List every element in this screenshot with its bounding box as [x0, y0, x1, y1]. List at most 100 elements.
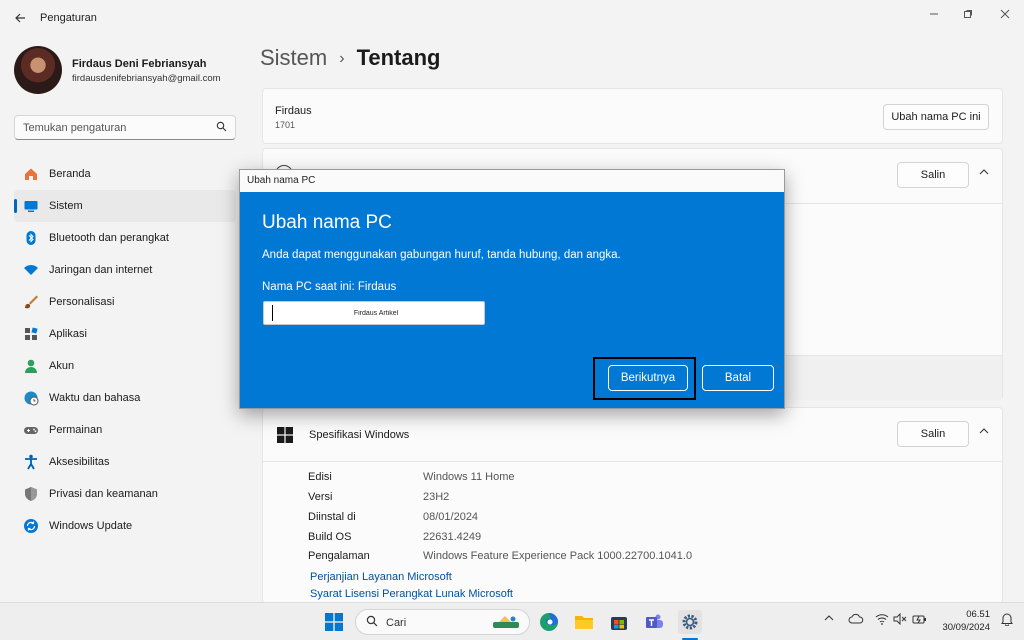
next-button[interactable]: Berikutnya: [608, 365, 688, 391]
chevron-up-icon[interactable]: [824, 613, 834, 625]
device-name: Firdaus: [275, 105, 312, 117]
sidebar-item-sistem[interactable]: Sistem: [14, 190, 236, 222]
spec-value-version: 23H2: [423, 491, 450, 503]
wifi-icon[interactable]: [875, 613, 889, 628]
app-title: Pengaturan: [40, 12, 97, 24]
new-pc-name-field[interactable]: [263, 301, 485, 325]
taskbar-file-explorer[interactable]: [573, 611, 595, 633]
sidebar-item-beranda[interactable]: Beranda: [14, 158, 236, 190]
windows-spec-title: Spesifikasi Windows: [309, 429, 410, 441]
edge-icon: [540, 613, 558, 631]
link-license-terms[interactable]: Syarat Lisensi Perangkat Lunak Microsoft: [310, 588, 513, 600]
search-input[interactable]: [23, 120, 213, 136]
home-icon: [22, 165, 40, 183]
sidebar-item-waktu[interactable]: Waktu dan bahasa: [14, 382, 236, 414]
gamepad-icon: [22, 421, 40, 439]
globe-clock-icon: [22, 389, 40, 407]
spec-label-version: Versi: [308, 491, 333, 503]
sidebar-item-aksesibilitas[interactable]: Aksesibilitas: [14, 446, 236, 478]
restore-button[interactable]: [954, 4, 982, 24]
close-button[interactable]: [991, 4, 1019, 24]
clock-time: 06.51: [966, 609, 990, 620]
notification-bell-icon[interactable]: [1000, 612, 1014, 629]
rename-pc-dialog: Ubah nama PC Ubah nama PC Anda dapat men…: [239, 169, 785, 409]
search-icon: [366, 615, 378, 630]
copy-device-spec-button[interactable]: Salin: [897, 162, 969, 188]
breadcrumb-separator-icon: ›: [339, 50, 345, 67]
sidebar-item-privasi[interactable]: Privasi dan keamanan: [14, 478, 236, 510]
spec-label-edition: Edisi: [308, 471, 332, 483]
sidebar-item-windows-update[interactable]: Windows Update: [14, 510, 236, 542]
cloud-icon[interactable]: [848, 613, 864, 628]
dialog-window-title: Ubah nama PC: [247, 175, 316, 186]
link-service-agreement[interactable]: Perjanjian Layanan Microsoft: [310, 571, 452, 583]
wifi-icon: [22, 261, 40, 279]
profile-email: firdausdenifebriansyah@gmail.com: [72, 73, 221, 84]
teams-icon: [646, 614, 663, 628]
settings-search[interactable]: [14, 115, 236, 140]
folder-icon: [575, 616, 593, 629]
spec-label-experience: Pengalaman: [308, 550, 370, 562]
taskbar-store[interactable]: [608, 611, 630, 633]
search-highlight-icon: [491, 614, 521, 633]
volume-muted-icon[interactable]: [893, 612, 907, 628]
minimize-icon: [930, 13, 938, 15]
back-arrow-icon: [15, 13, 25, 23]
windows-start-icon: [325, 613, 343, 631]
taskbar-search[interactable]: Cari: [355, 609, 530, 635]
start-button[interactable]: [323, 611, 345, 633]
sidebar-nav: Beranda Sistem Bluetooth dan perangkat J…: [14, 158, 236, 542]
dialog-current-name: Nama PC saat ini: Firdaus: [262, 281, 397, 293]
text-caret: [272, 305, 273, 321]
shield-icon: [22, 485, 40, 503]
brush-icon: [22, 293, 40, 311]
spec-label-build: Build OS: [308, 531, 352, 543]
battery-icon[interactable]: [912, 613, 928, 628]
taskbar: Cari 06.51 30/09/2024: [0, 602, 1024, 640]
copy-windows-spec-button[interactable]: Salin: [897, 421, 969, 447]
update-icon: [22, 517, 40, 535]
chevron-up-icon[interactable]: [979, 426, 989, 438]
clock-date: 30/09/2024: [942, 622, 990, 633]
sidebar-item-aplikasi[interactable]: Aplikasi: [14, 318, 236, 350]
taskbar-edge[interactable]: [538, 611, 560, 633]
avatar: [14, 46, 62, 94]
cancel-button[interactable]: Batal: [702, 365, 774, 391]
accessibility-icon: [22, 453, 40, 471]
dialog-title-bar: Ubah nama PC: [240, 170, 784, 192]
gear-icon: [682, 614, 698, 630]
taskbar-teams[interactable]: [643, 611, 665, 633]
system-clock[interactable]: 06.51 30/09/2024: [942, 608, 990, 634]
spec-value-installed: 08/01/2024: [423, 511, 479, 523]
device-name-card: Firdaus 1701 Ubah nama PC ini: [262, 88, 1003, 144]
sidebar-item-bluetooth[interactable]: Bluetooth dan perangkat: [14, 222, 236, 254]
apps-icon: [22, 325, 40, 343]
windows-logo-icon: [277, 427, 293, 446]
bluetooth-icon: [22, 229, 40, 247]
restore-icon: [964, 10, 972, 18]
device-model: 1701: [275, 120, 296, 130]
divider: [263, 461, 1002, 462]
rename-pc-button[interactable]: Ubah nama PC ini: [883, 104, 989, 130]
spec-label-installed: Diinstal di: [308, 511, 356, 523]
breadcrumb-parent[interactable]: Sistem: [260, 45, 327, 70]
sidebar-item-jaringan[interactable]: Jaringan dan internet: [14, 254, 236, 286]
profile-name: Firdaus Deni Febriansyah: [72, 58, 207, 70]
back-button[interactable]: [8, 6, 32, 30]
taskbar-search-label: Cari: [386, 617, 407, 629]
store-icon: [611, 617, 627, 630]
sidebar-item-permainan[interactable]: Permainan: [14, 414, 236, 446]
account-icon: [22, 357, 40, 375]
dialog-heading: Ubah nama PC: [262, 212, 392, 233]
spec-value-experience: Windows Feature Experience Pack 1000.227…: [423, 550, 693, 562]
close-icon: [1000, 9, 1010, 19]
page-title: Tentang: [356, 45, 441, 70]
system-icon: [22, 197, 40, 215]
sidebar-item-akun[interactable]: Akun: [14, 350, 236, 382]
sidebar-item-personalisasi[interactable]: Personalisasi: [14, 286, 236, 318]
taskbar-settings[interactable]: [678, 610, 702, 634]
title-bar: Pengaturan: [0, 0, 1024, 36]
new-pc-name-input[interactable]: [276, 306, 476, 321]
chevron-up-icon[interactable]: [979, 167, 989, 179]
minimize-button[interactable]: [920, 4, 948, 24]
